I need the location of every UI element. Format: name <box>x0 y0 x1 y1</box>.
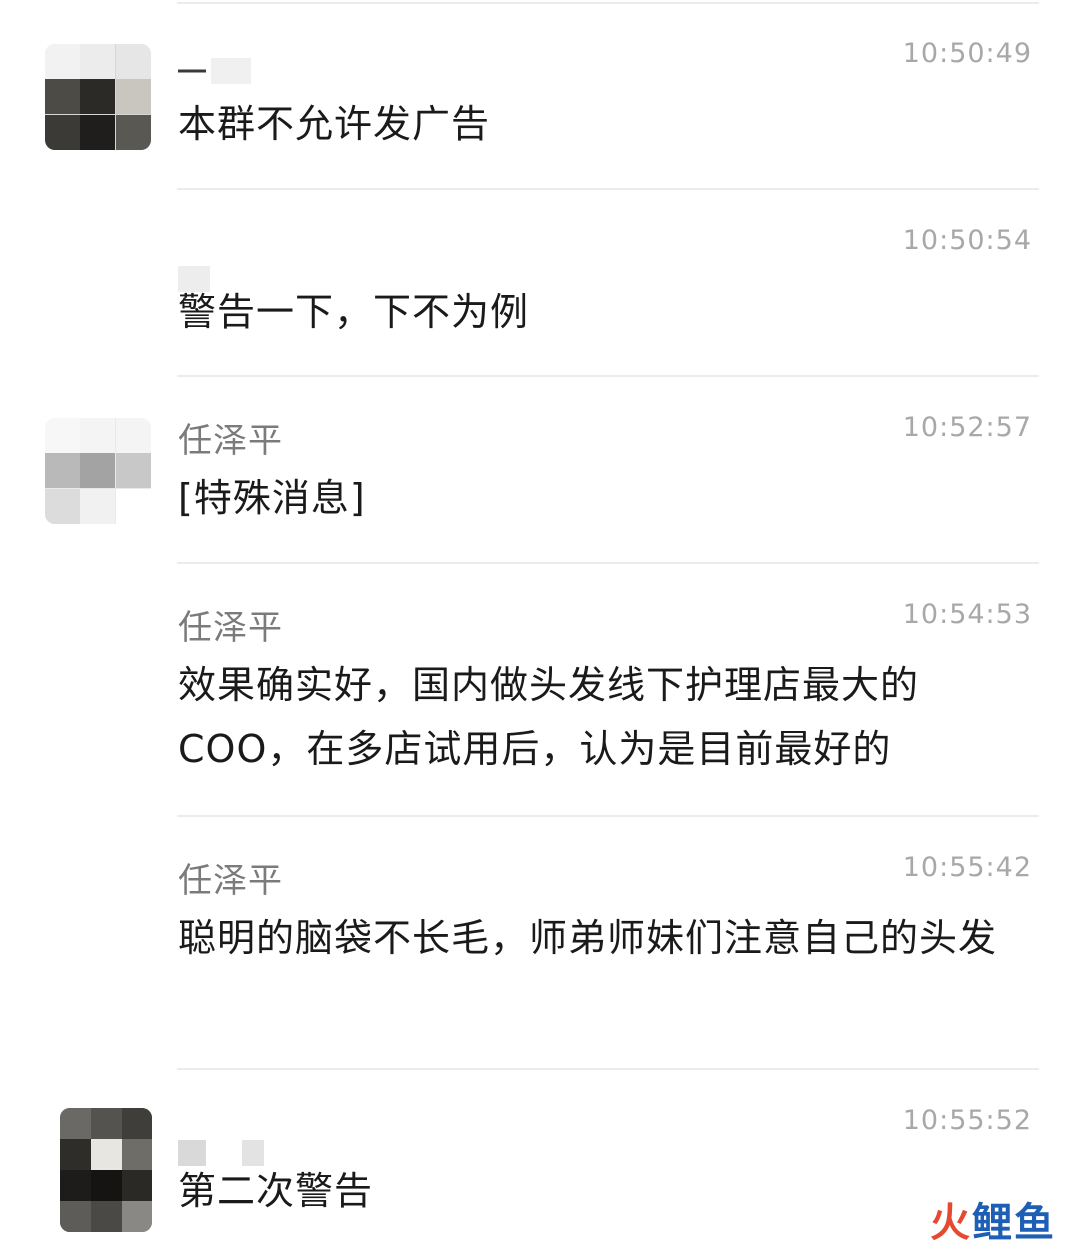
message-divider <box>177 375 1039 377</box>
message-text: 效果确实好，国内做头发线下护理店最大的COO，在多店试用后，认为是目前最好的 <box>178 663 920 771</box>
message-divider <box>177 562 1039 564</box>
message-text: 本群不允许发广告 <box>178 102 491 146</box>
avatar[interactable] <box>45 418 151 524</box>
message-divider <box>177 815 1039 817</box>
sender-name-blurred <box>178 240 268 292</box>
sender-name: 任泽平 <box>178 421 283 461</box>
message-time: 10:55:52 <box>902 1105 1032 1136</box>
message-text: 警告一下，下不为例 <box>178 290 530 334</box>
message-text[interactable]: [特殊消息] <box>178 466 1038 530</box>
message-time: 10:50:49 <box>902 38 1032 69</box>
sender-name: 任泽平 <box>178 861 283 901</box>
avatar[interactable] <box>60 1108 152 1232</box>
sender-name: 任泽平 <box>178 608 283 648</box>
message-divider <box>177 2 1039 4</box>
watermark-logo: 火鲤鱼 <box>930 1200 1056 1246</box>
avatar[interactable] <box>45 44 151 150</box>
message-time: 10:54:53 <box>902 599 1032 630</box>
message-text: 第二次警告 <box>178 1169 374 1213</box>
sender-name-blurred <box>178 58 268 84</box>
message-divider <box>177 1068 1039 1070</box>
message-divider <box>177 188 1039 190</box>
message-time: 10:50:54 <box>902 225 1032 256</box>
message-time: 10:55:42 <box>902 852 1032 883</box>
message-time: 10:52:57 <box>902 412 1032 443</box>
message-text: 聪明的脑袋不长毛，师弟师妹们注意自己的头发 <box>178 916 998 960</box>
